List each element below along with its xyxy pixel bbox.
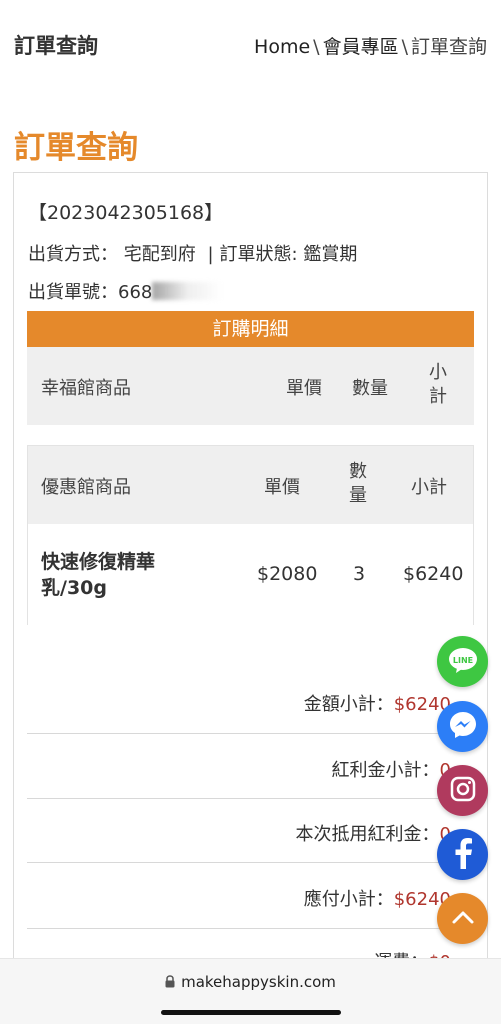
back-to-top-button[interactable] <box>437 893 488 944</box>
divider <box>27 862 474 863</box>
order-status-value: 鑑賞期 <box>303 244 358 265</box>
summary-amount: 金額小計：$6240 <box>304 690 451 716</box>
facebook-button[interactable] <box>437 829 488 880</box>
summary-label: 金額小計： <box>303 694 394 715</box>
messenger-icon <box>448 710 478 744</box>
col-product: 優惠館商品 <box>41 477 131 498</box>
row-subtotal: $6240 <box>403 563 464 585</box>
facebook-icon <box>453 837 473 873</box>
col-price: 單價 <box>286 378 322 399</box>
redacted-blur <box>152 282 223 300</box>
instagram-icon <box>450 776 476 806</box>
top-header: 訂單查詢 Home \ 會員專區 \ 訂單查詢 <box>0 0 501 90</box>
breadcrumb: Home \ 會員專區 \ 訂單查詢 <box>254 32 487 59</box>
col-price: 單價 <box>264 477 300 498</box>
summary-label: 應付小計： <box>303 889 394 910</box>
order-number: 【2023042305168】 <box>28 202 224 224</box>
col-qty: 數量 <box>349 461 367 506</box>
product-name[interactable]: 快速修復精華乳/30g <box>41 549 211 601</box>
summary-label: 本次抵用紅利金： <box>295 824 440 845</box>
svg-text:LINE: LINE <box>452 656 472 665</box>
summary-label: 紅利金小計： <box>331 760 440 781</box>
ship-no-label: 出貨單號： <box>28 282 118 303</box>
messenger-button[interactable] <box>437 701 488 752</box>
quantity: 3 <box>353 563 366 585</box>
order-status-label: 訂單狀態: <box>219 244 298 265</box>
col-product: 幸福館商品 <box>41 378 131 399</box>
summary-bonus: 紅利金小計：0 <box>332 756 451 782</box>
chevron-up-icon <box>451 909 475 929</box>
breadcrumb-separator: \ <box>313 36 320 58</box>
divider <box>27 928 474 929</box>
lock-icon <box>165 974 175 992</box>
divider <box>27 798 474 799</box>
breadcrumb-member-area[interactable]: 會員專區 <box>323 36 399 58</box>
summary-bonus-used: 本次抵用紅利金：0 <box>296 820 451 846</box>
discount-products-table: 優惠館商品 單價 數量 小計 快速修復精華乳/30g $2080 3 $6240 <box>27 445 474 625</box>
ship-no-value: 668 <box>118 282 153 303</box>
order-details-header: 訂購明細 <box>27 311 474 347</box>
browser-address-bar: makehappyskin.com <box>0 958 501 1024</box>
divider <box>27 733 474 734</box>
line-button[interactable]: LINE <box>437 636 488 687</box>
col-qty: 數量 <box>352 378 388 399</box>
ship-method-value: 宅配到府 <box>123 244 196 265</box>
breadcrumb-separator: \ <box>401 36 408 58</box>
unit-price: $2080 <box>257 563 318 585</box>
instagram-button[interactable] <box>437 765 488 816</box>
table-header-discount: 優惠館商品 單價 數量 小計 <box>28 446 473 524</box>
url-display[interactable]: makehappyskin.com <box>0 973 501 992</box>
breadcrumb-home[interactable]: Home <box>254 36 310 58</box>
table-row: 快速修復精華乳/30g $2080 3 $6240 <box>28 524 473 625</box>
table-header-happiness: 幸福館商品 單價 數量 小計 <box>27 347 474 425</box>
site-title: 訂單查詢 <box>14 34 98 58</box>
shipping-status-line: 出貨方式： 宅配到府 | 訂單狀態: 鑑賞期 <box>28 240 357 266</box>
col-subtotal: 小計 <box>411 477 447 498</box>
summary-payable: 應付小計：$6240 <box>304 885 451 911</box>
ship-method-label: 出貨方式： <box>28 244 118 265</box>
breadcrumb-current: 訂單查詢 <box>410 36 487 58</box>
divider: | <box>207 244 214 265</box>
home-indicator <box>161 1010 341 1015</box>
page-title: 訂單查詢 <box>14 130 138 166</box>
shipment-number: 出貨單號：668 <box>28 278 223 304</box>
url-text: makehappyskin.com <box>181 973 336 991</box>
line-icon: LINE <box>448 647 478 677</box>
col-subtotal: 小計 <box>429 362 447 407</box>
